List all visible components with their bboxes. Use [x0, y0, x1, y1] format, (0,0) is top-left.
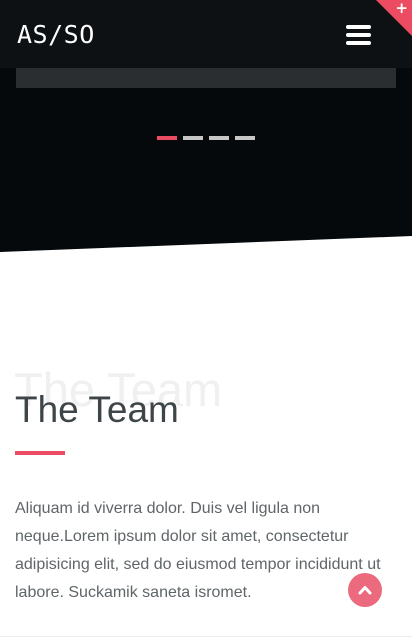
menu-bar — [346, 33, 371, 37]
slider-dot-2[interactable] — [183, 136, 203, 140]
site-logo[interactable]: AS/SO — [17, 18, 95, 52]
navbar: AS/SO — [0, 0, 412, 68]
menu-bar — [346, 25, 371, 29]
slider-dot-4[interactable] — [235, 136, 255, 140]
section-description: Aliquam id viverra dolor. Duis vel ligul… — [15, 500, 381, 601]
section-title: The Team — [15, 389, 179, 430]
scroll-to-top-button[interactable] — [348, 573, 382, 607]
hamburger-menu-icon[interactable] — [340, 22, 376, 48]
chevron-up-icon — [358, 586, 372, 595]
slider-dot-1[interactable] — [157, 136, 177, 140]
bottom-divider — [0, 636, 412, 637]
slide-image-strip — [16, 68, 396, 88]
title-underline — [15, 451, 65, 455]
menu-bar — [346, 41, 371, 45]
plus-icon: + — [395, 0, 408, 17]
slider-dot-3[interactable] — [209, 136, 229, 140]
slider-pagination — [157, 136, 255, 141]
